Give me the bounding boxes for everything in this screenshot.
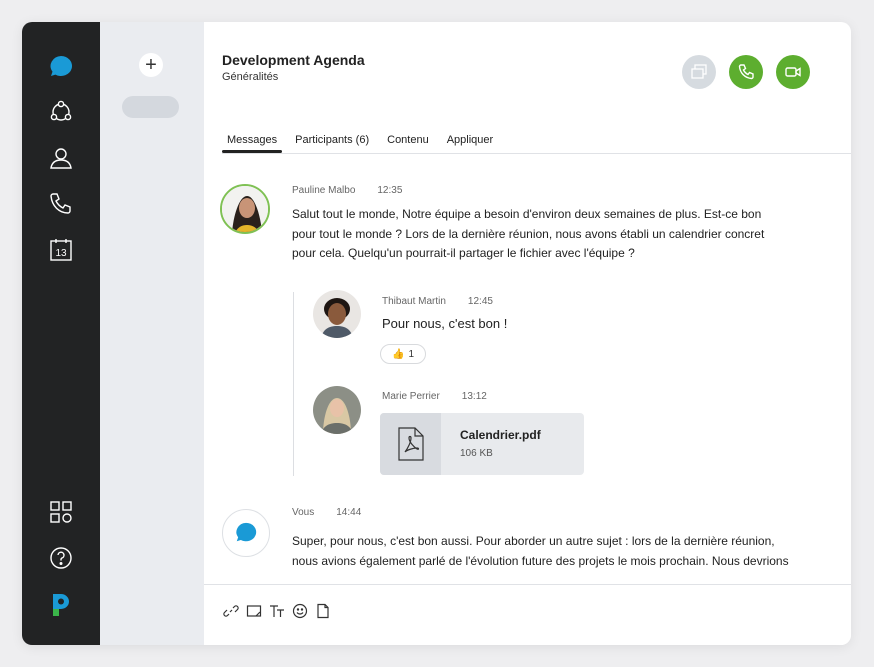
apps-grid-icon[interactable] (46, 497, 76, 527)
message-text: Salut tout le monde, Notre équipe a beso… (292, 207, 765, 260)
video-call-button[interactable] (776, 55, 810, 89)
message-meta: Thibaut Martin 12:45 (382, 296, 493, 307)
thumbs-up-icon: 👍 (391, 348, 405, 360)
file-attachment[interactable]: Calendrier.pdf 106 KB (380, 413, 584, 475)
app-logo-icon (46, 589, 76, 619)
phone-call-icon (738, 64, 754, 80)
reaction-count: 1 (408, 348, 414, 360)
add-icon: + (145, 53, 157, 76)
tab-appliquer[interactable]: Appliquer (442, 134, 498, 151)
avatar[interactable] (222, 509, 270, 557)
contacts-icon[interactable] (46, 143, 76, 173)
tab-divider (222, 153, 851, 154)
add-button[interactable]: + (139, 53, 163, 77)
author-name: Thibaut Martin (382, 296, 446, 307)
message-time: 12:35 (377, 185, 403, 196)
whiteboard-icon[interactable] (245, 602, 263, 620)
teams-icon[interactable] (46, 97, 76, 127)
message-meta: Marie Perrier 13:12 (382, 391, 487, 402)
chat-icon (236, 522, 257, 542)
tab-participants[interactable]: Participants (6) (290, 134, 374, 151)
calendar-day-label: 13 (55, 248, 67, 259)
message-meta: Pauline Malbo 12:35 (292, 185, 402, 196)
message-text: Pour nous, c'est bon ! (382, 316, 508, 331)
tab-bar: Messages Participants (6) Contenu Appliq… (222, 134, 506, 153)
conversation-subtitle: Généralités (222, 71, 279, 83)
calendar-icon[interactable]: 13 (46, 235, 76, 265)
message-composer[interactable] (204, 584, 851, 645)
author-name: Marie Perrier (382, 391, 440, 402)
app-window: 13 + Development Agenda Généralités Mess… (22, 22, 851, 645)
screen-share-button[interactable] (682, 55, 716, 89)
audio-call-button[interactable] (729, 55, 763, 89)
message-text: Super, pour nous, c'est bon aussi. Pour … (292, 534, 789, 568)
channel-placeholder-pill[interactable] (122, 96, 179, 118)
thread-line (293, 292, 294, 476)
message-meta: Vous 14:44 (292, 507, 361, 518)
attach-link-icon[interactable] (222, 602, 240, 620)
text-format-icon[interactable] (268, 602, 286, 620)
conversation-title: Development Agenda (222, 52, 365, 68)
message-time: 12:45 (467, 296, 493, 307)
conversation-area: Development Agenda Généralités Messages … (204, 22, 851, 645)
file-name: Calendrier.pdf (460, 428, 541, 442)
screen-share-icon (691, 64, 707, 79)
author-name: Pauline Malbo (292, 185, 356, 196)
video-camera-icon (785, 67, 801, 77)
emoji-icon[interactable] (291, 602, 309, 620)
message-time: 14:44 (336, 507, 362, 518)
tab-contenu[interactable]: Contenu (382, 134, 434, 151)
tab-messages[interactable]: Messages (222, 134, 283, 153)
nav-rail: 13 (22, 22, 100, 645)
reaction-chip[interactable]: 👍 1 (380, 344, 426, 364)
help-icon[interactable] (46, 543, 76, 573)
avatar[interactable] (220, 184, 270, 234)
file-size: 106 KB (460, 448, 493, 459)
author-name: Vous (292, 507, 315, 518)
document-icon[interactable] (314, 602, 332, 620)
message-time: 13:12 (461, 391, 487, 402)
chat-icon[interactable] (46, 52, 76, 82)
avatar[interactable] (313, 290, 361, 338)
avatar[interactable] (313, 386, 361, 434)
phone-icon[interactable] (46, 189, 76, 219)
pdf-file-icon (380, 413, 441, 475)
